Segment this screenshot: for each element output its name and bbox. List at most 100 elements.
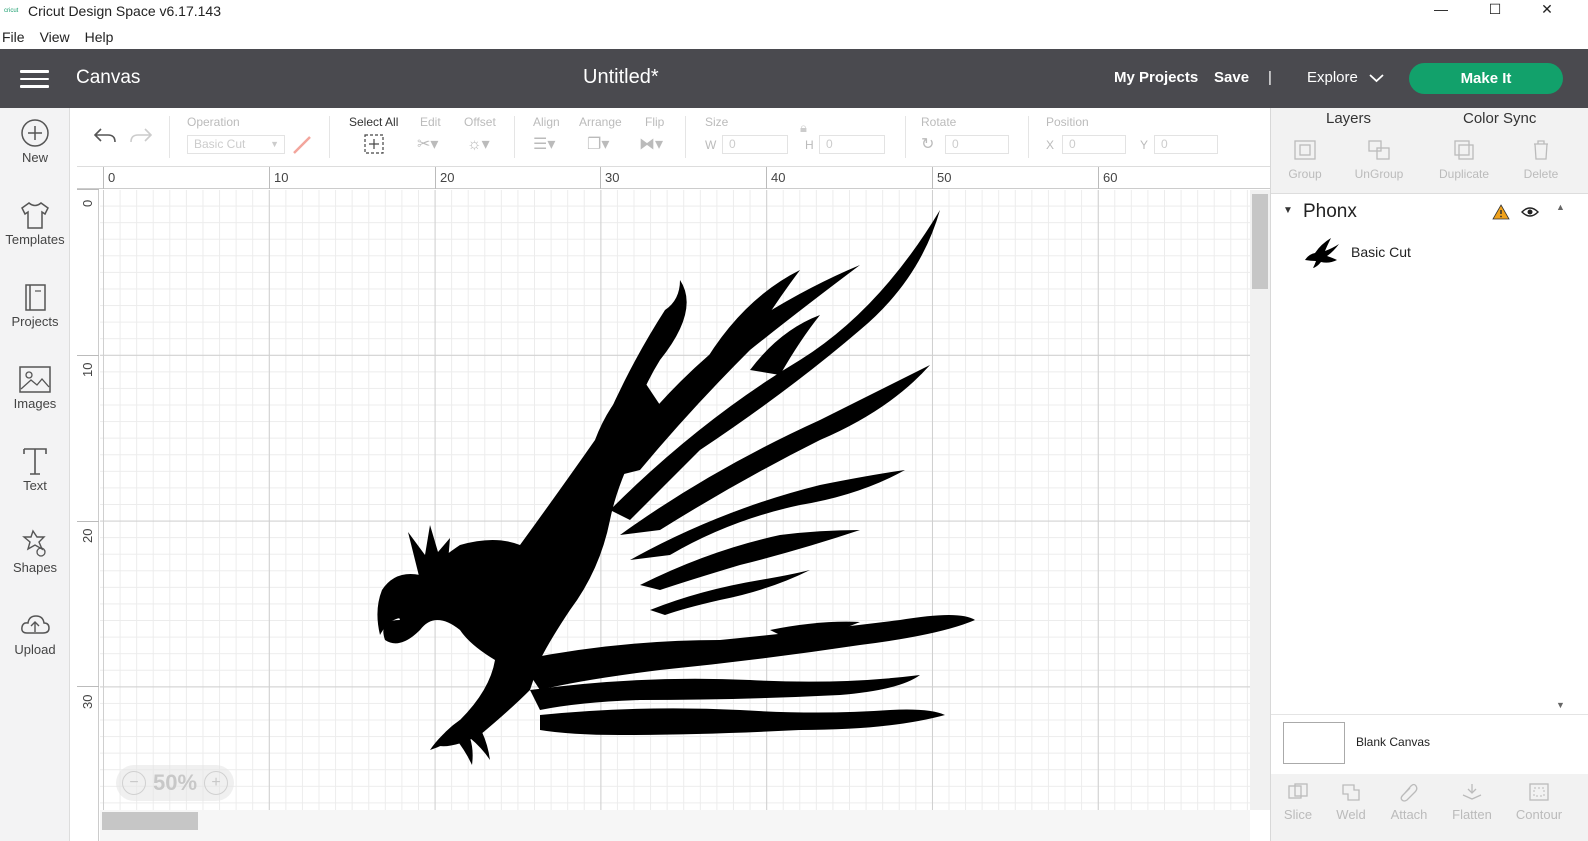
ruler-label: 30: [80, 694, 95, 709]
panel-scroll-up-icon[interactable]: ▲: [1556, 202, 1565, 212]
menu-help[interactable]: Help: [85, 29, 114, 45]
ruler-label: 30: [605, 170, 620, 185]
bottom-actions: Slice Weld Attach Flatten Contour: [1271, 774, 1588, 841]
arrange-icon[interactable]: ❐▾: [587, 134, 609, 154]
duplicate-button[interactable]: Duplicate: [1432, 139, 1496, 181]
weld-label: Weld: [1336, 807, 1366, 822]
toolbar-separator: [905, 116, 906, 158]
sidebar-label: Projects: [11, 314, 59, 329]
app-header: Canvas Untitled* My Projects Save | Expl…: [0, 49, 1588, 108]
minimize-button[interactable]: —: [1426, 0, 1456, 18]
vertical-scrollbar[interactable]: [1250, 190, 1270, 810]
chevron-down-icon[interactable]: [1369, 73, 1384, 83]
ruler-label: 0: [80, 199, 95, 207]
ruler-label: 20: [80, 528, 95, 543]
weld-button[interactable]: Weld: [1319, 782, 1383, 822]
edit-label: Edit: [420, 115, 441, 129]
ruler-label: 10: [274, 170, 289, 185]
my-projects-link[interactable]: My Projects: [1114, 69, 1198, 86]
sidebar-item-upload[interactable]: Upload: [0, 600, 70, 680]
close-button[interactable]: ✕: [1532, 0, 1562, 18]
sidebar-label: Images: [13, 396, 57, 411]
zoom-in-button[interactable]: +: [203, 771, 228, 795]
width-input[interactable]: 0: [722, 135, 788, 154]
tab-color-sync[interactable]: Color Sync: [1463, 110, 1536, 127]
maximize-button[interactable]: ☐: [1480, 0, 1510, 18]
width-label: W: [705, 138, 717, 152]
undo-icon[interactable]: [93, 126, 117, 144]
group-button[interactable]: Group: [1273, 139, 1337, 181]
section-title: Canvas: [76, 67, 141, 88]
collapse-triangle-icon[interactable]: ▼: [1283, 205, 1293, 216]
flip-icon[interactable]: ⧓▾: [639, 134, 663, 154]
text-t-icon: [23, 448, 47, 475]
attach-button[interactable]: Attach: [1377, 782, 1441, 822]
design-canvas[interactable]: [100, 190, 1250, 810]
book-icon: [25, 284, 46, 311]
rotate-label: Rotate: [921, 115, 957, 129]
lock-ratio-icon[interactable]: 🔒︎: [800, 120, 807, 136]
blank-canvas-row[interactable]: Blank Canvas: [1271, 714, 1588, 774]
layer-row[interactable]: Basic Cut: [1271, 232, 1571, 272]
height-input[interactable]: 0: [819, 135, 885, 154]
offset-icon[interactable]: ☼▾: [467, 134, 490, 154]
delete-button[interactable]: Delete: [1509, 139, 1573, 181]
ungroup-icon: [1368, 140, 1390, 160]
sidebar-item-images[interactable]: Images: [0, 354, 70, 434]
rotate-input[interactable]: 0: [945, 135, 1009, 154]
save-link[interactable]: Save: [1214, 69, 1249, 86]
contour-button[interactable]: Contour: [1507, 782, 1571, 822]
window-title: Cricut Design Space v6.17.143: [28, 3, 221, 19]
y-position-input[interactable]: 0: [1154, 135, 1218, 154]
pen-color-icon[interactable]: [291, 134, 313, 156]
left-sidebar: New Templates Projects Images Text Shape…: [0, 108, 70, 841]
sidebar-item-templates[interactable]: Templates: [0, 190, 70, 270]
scroll-thumb[interactable]: [102, 812, 198, 830]
canvas-swatch[interactable]: [1283, 722, 1345, 764]
ruler-label: 10: [80, 362, 95, 377]
hamburger-menu-icon[interactable]: [20, 70, 49, 88]
menu-file[interactable]: File: [2, 29, 25, 45]
explore-dropdown[interactable]: Explore: [1307, 69, 1358, 86]
sidebar-label: Text: [23, 478, 47, 493]
sidebar-item-text[interactable]: Text: [0, 436, 70, 516]
edit-toolbar: Operation Basic Cut ▼ Select All Edit ✂▾ …: [77, 108, 1270, 167]
position-label: Position: [1046, 115, 1089, 129]
eye-icon[interactable]: [1521, 206, 1539, 218]
menu-view[interactable]: View: [40, 29, 70, 45]
operation-select[interactable]: Basic Cut ▼: [187, 135, 285, 154]
edit-scissors-icon[interactable]: ✂▾: [417, 134, 438, 154]
make-it-button[interactable]: Make It: [1409, 63, 1563, 94]
sidebar-label: Upload: [14, 642, 56, 657]
sidebar-label: New: [21, 150, 48, 165]
trash-icon: [1534, 140, 1548, 160]
zoom-out-button[interactable]: −: [122, 771, 146, 795]
flatten-button[interactable]: Flatten: [1440, 782, 1504, 822]
scroll-thumb[interactable]: [1252, 194, 1268, 289]
group-icon: [1294, 140, 1316, 160]
horizontal-scrollbar[interactable]: [100, 810, 1250, 841]
sidebar-item-shapes[interactable]: Shapes: [0, 518, 70, 598]
ruler-label: 0: [108, 170, 116, 185]
phoenix-thumbnail-icon: [1305, 238, 1339, 268]
sidebar-item-new[interactable]: New: [0, 108, 70, 188]
image-icon: [19, 366, 51, 393]
ruler-label: 60: [1103, 170, 1118, 185]
operation-label: Operation: [187, 115, 240, 129]
panel-scroll-down-icon[interactable]: ▼: [1556, 700, 1565, 710]
ungroup-button[interactable]: UnGroup: [1347, 139, 1411, 181]
tab-layers[interactable]: Layers: [1326, 110, 1371, 127]
rotate-icon: ↻: [921, 136, 935, 153]
ruler-label: 20: [440, 170, 455, 185]
align-icon[interactable]: ☰▾: [533, 134, 555, 154]
size-label: Size: [705, 115, 729, 129]
layer-group-row[interactable]: ▼ Phonx: [1271, 200, 1571, 224]
x-position-input[interactable]: 0: [1062, 135, 1126, 154]
sidebar-item-projects[interactable]: Projects: [0, 272, 70, 352]
phoenix-image[interactable]: [100, 190, 1250, 810]
redo-icon[interactable]: [129, 126, 153, 144]
select-all-icon[interactable]: [363, 133, 385, 155]
group-name: Phonx: [1303, 201, 1357, 222]
warning-icon[interactable]: [1492, 204, 1510, 220]
toolbar-separator: [1028, 116, 1029, 158]
